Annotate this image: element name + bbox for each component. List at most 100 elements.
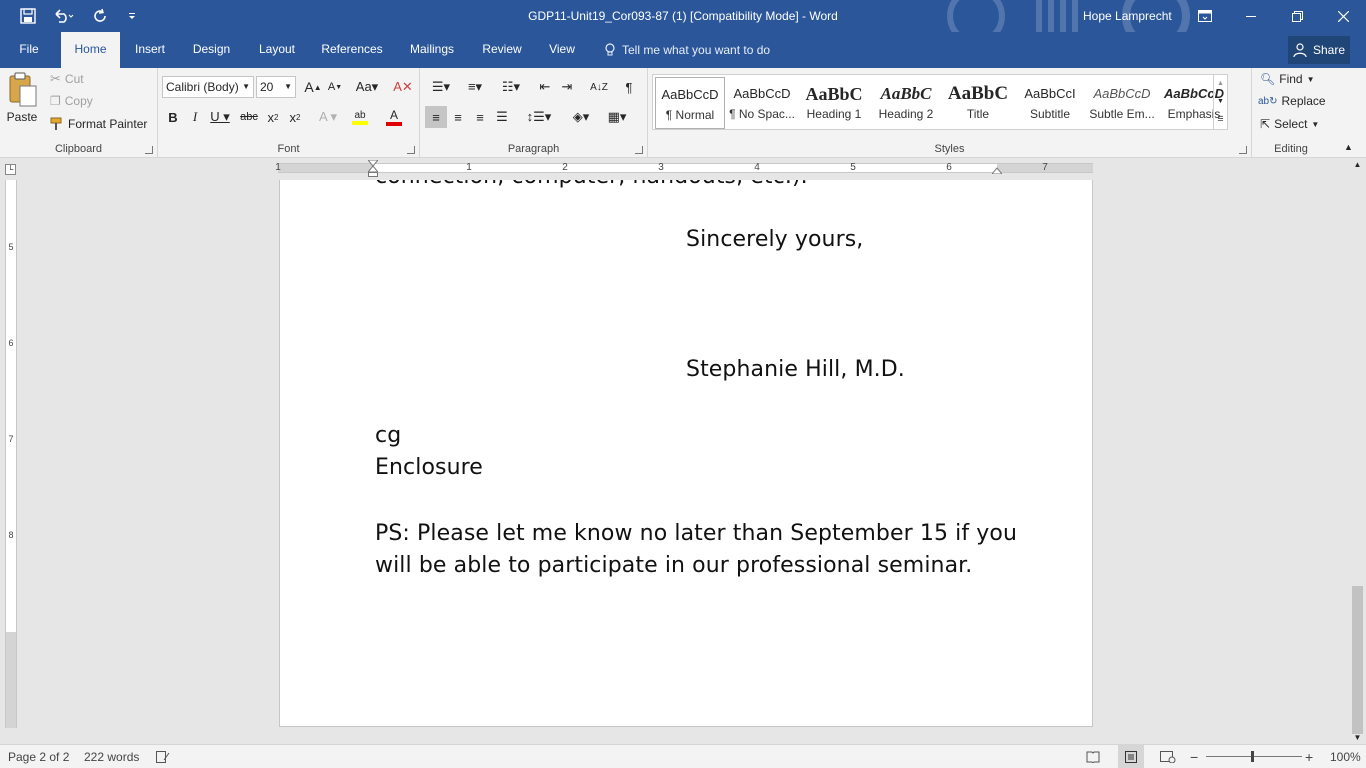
bullets-button[interactable]: ☰▾ [426, 76, 456, 98]
restore-icon[interactable] [1274, 0, 1320, 32]
gallery-more-icon[interactable]: ☰ [1214, 111, 1227, 129]
paragraph-launcher-icon[interactable] [635, 146, 643, 154]
user-name[interactable]: Hope Lamprecht [1083, 0, 1172, 32]
decrease-indent-icon: ⇤ [539, 79, 551, 94]
text-effects-button[interactable]: A ▾ [314, 106, 342, 128]
styles-launcher-icon[interactable] [1239, 146, 1247, 154]
zoom-slider-thumb[interactable] [1251, 751, 1254, 762]
superscript-button[interactable]: x2 [284, 106, 306, 128]
tab-view[interactable]: View [540, 32, 584, 68]
document-page[interactable]: connection, computer, handouts, etc.). S… [279, 180, 1093, 727]
shading-button[interactable]: ◈▾ [566, 106, 596, 128]
tell-me-box[interactable]: Tell me what you want to do [604, 32, 770, 68]
select-button[interactable]: ⇱ Select ▼ [1260, 117, 1319, 131]
tab-mailings[interactable]: Mailings [400, 32, 464, 68]
close-icon[interactable] [1320, 0, 1366, 32]
grow-font-button[interactable]: A ▲ [302, 76, 324, 98]
subscript-button[interactable]: x2 [262, 106, 284, 128]
chevron-down-icon: ▼ [284, 82, 292, 91]
tab-layout[interactable]: Layout [250, 32, 304, 68]
copy-button[interactable]: ❐ Copy [50, 94, 93, 108]
read-mode-icon[interactable] [1086, 745, 1100, 768]
style-name: Title [966, 107, 990, 121]
change-case-button[interactable]: Aa▾ [352, 76, 382, 98]
paint-bucket-icon: ◈▾ [572, 109, 590, 124]
align-right-icon: ≡ [476, 109, 484, 125]
align-center-button[interactable]: ≡ [447, 106, 469, 128]
clipboard-launcher-icon[interactable] [145, 146, 153, 154]
tab-home[interactable]: Home [61, 32, 120, 69]
font-color-button[interactable]: A [380, 106, 408, 128]
tab-insert[interactable]: Insert [126, 32, 174, 68]
style-subtitle[interactable]: AaBbCcI Subtitle [1015, 77, 1085, 129]
font-name-input[interactable]: Calibri (Body) ▼ [162, 76, 254, 98]
style-normal[interactable]: AaBbCcD ¶ Normal [655, 77, 725, 129]
word-count[interactable]: 222 words [84, 745, 139, 768]
copy-label: Copy [64, 94, 93, 108]
collapse-ribbon-button[interactable]: ▲ [1344, 142, 1353, 152]
tab-design[interactable]: Design [184, 32, 239, 68]
zoom-slider-track[interactable] [1206, 756, 1302, 757]
tab-file[interactable]: File [8, 32, 50, 68]
cut-button[interactable]: ✂ Cut [50, 71, 84, 87]
tab-references[interactable]: References [315, 32, 389, 68]
scroll-down-icon[interactable]: ▼ [1349, 733, 1366, 742]
style-heading-2[interactable]: AaBbC Heading 2 [871, 77, 941, 129]
chevron-down-icon: ▼ [242, 82, 250, 91]
multilevel-list-button[interactable]: ☷▾ [496, 76, 526, 98]
shrink-font-button[interactable]: A ▼ [324, 76, 346, 98]
justify-button[interactable]: ☰ [491, 106, 513, 128]
numbering-button[interactable]: ≡▾ [460, 76, 490, 98]
sort-icon: A↓Z [590, 81, 608, 93]
gallery-up-icon[interactable]: ▲ [1214, 75, 1227, 93]
zoom-in-icon[interactable]: + [1305, 745, 1313, 768]
right-indent-marker-icon[interactable] [992, 166, 1002, 174]
highlight-button[interactable]: ab [346, 106, 374, 128]
zoom-out-icon[interactable]: − [1190, 745, 1198, 768]
vruler-number: 7 [8, 434, 14, 444]
horizontal-ruler[interactable]: 1 1 2 3 4 5 6 7 [275, 160, 1093, 177]
minimize-icon[interactable] [1228, 0, 1274, 32]
increase-indent-button[interactable]: ⇥ [556, 76, 578, 98]
style-subtle-emphasis[interactable]: AaBbCcD Subtle Em... [1087, 77, 1157, 129]
bold-button[interactable]: B [162, 106, 184, 128]
align-left-button[interactable]: ≡ [425, 106, 447, 128]
vertical-scrollbar[interactable]: ▲ ▼ [1349, 158, 1366, 744]
indent-marker-icon[interactable] [368, 160, 378, 178]
font-launcher-icon[interactable] [407, 146, 415, 154]
tab-review[interactable]: Review [474, 32, 530, 68]
sort-button[interactable]: A↓Z [588, 76, 610, 98]
ruler-number: 1 [275, 162, 281, 173]
decrease-indent-button[interactable]: ⇤ [534, 76, 556, 98]
zoom-level[interactable]: 100% [1330, 745, 1361, 768]
borders-button[interactable]: ▦▾ [602, 106, 632, 128]
ribbon-display-options-icon[interactable] [1182, 0, 1228, 32]
vertical-ruler[interactable]: 5 6 7 8 [5, 180, 17, 728]
style-heading-1[interactable]: AaBbC Heading 1 [799, 77, 869, 129]
print-layout-icon[interactable] [1118, 745, 1144, 768]
page-count[interactable]: Page 2 of 2 [8, 745, 69, 768]
font-size-input[interactable]: 20 ▼ [256, 76, 296, 98]
strikethrough-button[interactable]: abc [238, 106, 260, 128]
style-no-spacing[interactable]: AaBbCcD ¶ No Spac... [727, 77, 797, 129]
align-right-button[interactable]: ≡ [469, 106, 491, 128]
clear-formatting-button[interactable]: A✕ [392, 76, 414, 98]
underline-button[interactable]: U ▾ [206, 106, 234, 128]
replace-button[interactable]: ab↻ Replace [1258, 94, 1326, 108]
proofing-icon[interactable] [156, 745, 170, 768]
italic-button[interactable]: I [184, 106, 206, 128]
font-color-icon: A [380, 106, 408, 128]
scrollbar-thumb[interactable] [1352, 586, 1363, 734]
scroll-up-icon[interactable]: ▲ [1349, 160, 1366, 169]
tab-selector-icon[interactable]: └ [5, 164, 16, 175]
find-button[interactable]: 🔍︎ Find ▼ [1260, 72, 1315, 86]
format-painter-button[interactable]: Format Painter [50, 117, 147, 131]
paste-button[interactable]: Paste [6, 72, 38, 124]
style-preview: AaBbC [805, 84, 863, 104]
share-button[interactable]: Share [1288, 36, 1350, 64]
gallery-down-icon[interactable]: ▼ [1214, 93, 1227, 111]
web-layout-icon[interactable] [1160, 745, 1176, 768]
show-formatting-button[interactable]: ¶ [618, 76, 640, 98]
style-title[interactable]: AaBbC Title [943, 77, 1013, 129]
line-spacing-button[interactable]: ↕☰▾ [524, 106, 554, 128]
